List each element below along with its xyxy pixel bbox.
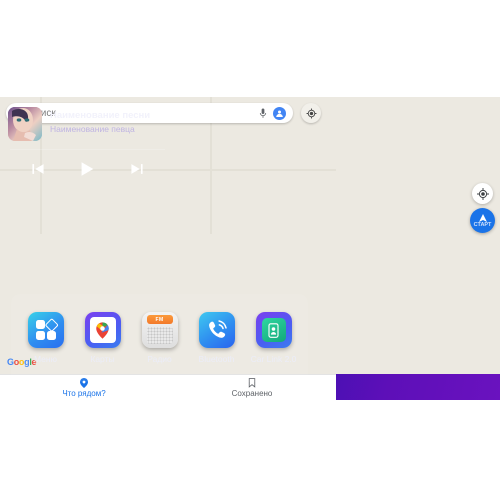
avatar-person-icon (276, 110, 283, 117)
app-menu[interactable]: Меню (19, 312, 73, 364)
app-menu-label: Меню (34, 354, 57, 364)
skip-next-icon (131, 164, 143, 174)
radio-speaker-grill (146, 327, 173, 344)
app-maps[interactable]: Карты (76, 312, 130, 364)
maps-pin-icon (96, 321, 109, 339)
map-layers-button[interactable] (301, 103, 321, 123)
phone-device-icon (268, 322, 279, 338)
music-controls (0, 155, 175, 183)
google-maps-icon (84, 312, 121, 348)
fm-band-label: FM (146, 315, 173, 324)
play-icon (82, 162, 94, 176)
bluetooth-phone-icon (198, 312, 235, 348)
app-dock: Меню Карты FM Радио Bluetooth Car Link 2… (11, 294, 308, 382)
previous-track-button[interactable] (31, 162, 45, 176)
car-head-unit-home-screen: 18:57 18 18 (0, 97, 500, 400)
album-art-illustration (8, 107, 42, 141)
app-bluetooth[interactable]: Bluetooth (190, 312, 244, 364)
phone-waves-glyph (208, 320, 227, 338)
app-radio-label: Радио (147, 354, 172, 364)
microphone-icon[interactable] (259, 108, 267, 119)
app-car-link[interactable]: Car Link 2.0 (247, 312, 301, 364)
app-car-link-label: Car Link 2.0 (250, 354, 297, 364)
skip-previous-icon (32, 164, 44, 174)
car-link-tile (261, 318, 286, 342)
next-track-button[interactable] (130, 162, 144, 176)
music-divider (10, 149, 165, 150)
maps-tile (89, 317, 116, 343)
track-title: Наименование песни (50, 110, 151, 121)
track-artist: Наименование певца (50, 124, 135, 134)
apps-grid-icon (27, 312, 64, 348)
play-button[interactable] (78, 160, 96, 178)
app-radio[interactable]: FM Радио (133, 312, 187, 364)
app-maps-label: Карты (90, 354, 115, 364)
album-art (8, 107, 42, 141)
car-link-phone-icon (255, 312, 292, 348)
fm-radio-icon: FM (141, 312, 178, 348)
account-avatar[interactable] (273, 106, 286, 120)
map-layers-icon (306, 108, 316, 118)
screenshot-canvas: 18:57 18 18 (0, 0, 500, 500)
app-bluetooth-label: Bluetooth (198, 354, 235, 364)
